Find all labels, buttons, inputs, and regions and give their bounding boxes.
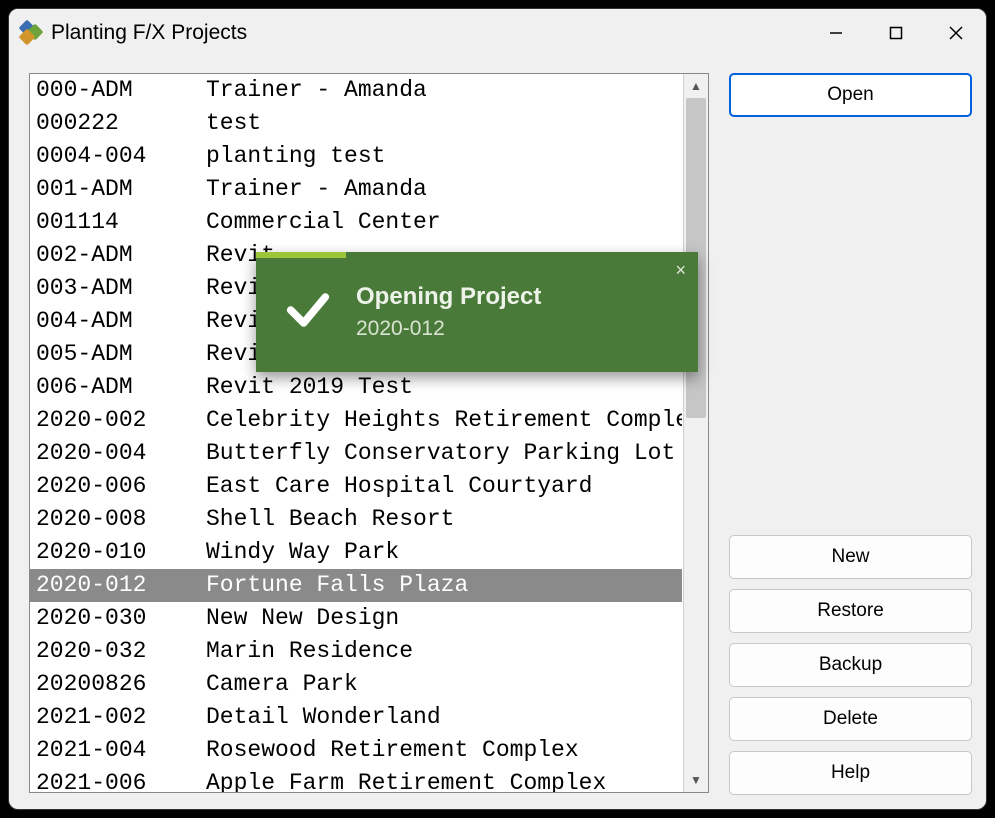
project-name: Butterfly Conservatory Parking Lot: [206, 437, 682, 470]
project-name: Windy Way Park: [206, 536, 682, 569]
project-row[interactable]: 2021-002Detail Wonderland: [30, 701, 682, 734]
project-row[interactable]: 2020-032Marin Residence: [30, 635, 682, 668]
project-name: Fortune Falls Plaza: [206, 569, 682, 602]
open-button[interactable]: Open: [729, 73, 972, 117]
maximize-button[interactable]: [866, 9, 926, 57]
app-icon: [19, 22, 41, 44]
project-row[interactable]: 2020-002Celebrity Heights Retirement Com…: [30, 404, 682, 437]
project-name: Commercial Center: [206, 206, 682, 239]
project-row[interactable]: 001114Commercial Center: [30, 206, 682, 239]
project-name: planting test: [206, 140, 682, 173]
project-number: 000222: [36, 107, 206, 140]
backup-button[interactable]: Backup: [729, 643, 972, 687]
toast-close-button[interactable]: ×: [675, 260, 686, 281]
project-row[interactable]: 000222test: [30, 107, 682, 140]
project-row[interactable]: 2020-012Fortune Falls Plaza: [30, 569, 682, 602]
project-row[interactable]: 2021-006Apple Farm Retirement Complex: [30, 767, 682, 793]
project-row[interactable]: 006-ADMRevit 2019 Test: [30, 371, 682, 404]
new-button[interactable]: New: [729, 535, 972, 579]
project-number: 005-ADM: [36, 338, 206, 371]
check-icon: [282, 284, 334, 341]
project-name: Rosewood Retirement Complex: [206, 734, 682, 767]
minimize-icon: [829, 26, 843, 40]
project-number: 001114: [36, 206, 206, 239]
project-number: 2020-010: [36, 536, 206, 569]
project-row[interactable]: 20200826Camera Park: [30, 668, 682, 701]
project-name: Camera Park: [206, 668, 682, 701]
opening-project-toast: Opening Project 2020-012 ×: [256, 252, 698, 372]
close-button[interactable]: [926, 9, 986, 57]
project-name: Marin Residence: [206, 635, 682, 668]
scrollbar-track[interactable]: [684, 98, 708, 768]
project-number: 003-ADM: [36, 272, 206, 305]
project-name: test: [206, 107, 682, 140]
app-window: Planting F/X Projects 000-ADMTrainer - A…: [8, 8, 987, 810]
project-number: 2020-032: [36, 635, 206, 668]
project-name: Trainer - Amanda: [206, 74, 682, 107]
project-number: 001-ADM: [36, 173, 206, 206]
toast-title: Opening Project: [356, 283, 541, 311]
project-number: 2020-030: [36, 602, 206, 635]
minimize-button[interactable]: [806, 9, 866, 57]
side-panel: Open New Restore Backup Delete Help: [729, 73, 972, 795]
project-row[interactable]: 2020-004Butterfly Conservatory Parking L…: [30, 437, 682, 470]
client-area: 000-ADMTrainer - Amanda000222test0004-00…: [9, 57, 986, 809]
help-button[interactable]: Help: [729, 751, 972, 795]
close-icon: [948, 25, 964, 41]
project-row[interactable]: 2021-004Rosewood Retirement Complex: [30, 734, 682, 767]
scroll-down-arrow-icon[interactable]: ▼: [684, 768, 708, 792]
project-name: Revit 2019 Test: [206, 371, 682, 404]
project-number: 2020-004: [36, 437, 206, 470]
project-row[interactable]: 2020-006East Care Hospital Courtyard: [30, 470, 682, 503]
project-row[interactable]: 000-ADMTrainer - Amanda: [30, 74, 682, 107]
project-number: 2021-006: [36, 767, 206, 793]
project-number: 004-ADM: [36, 305, 206, 338]
project-number: 2020-008: [36, 503, 206, 536]
maximize-icon: [889, 26, 903, 40]
project-number: 2020-006: [36, 470, 206, 503]
window-controls: [806, 9, 986, 57]
project-name: Celebrity Heights Retirement Complex: [206, 404, 682, 437]
project-number: 2020-002: [36, 404, 206, 437]
delete-button[interactable]: Delete: [729, 697, 972, 741]
project-list[interactable]: 000-ADMTrainer - Amanda000222test0004-00…: [30, 74, 682, 793]
window-title: Planting F/X Projects: [51, 21, 247, 45]
project-name: Detail Wonderland: [206, 701, 682, 734]
project-row[interactable]: 2020-010Windy Way Park: [30, 536, 682, 569]
project-list-container: 000-ADMTrainer - Amanda000222test0004-00…: [29, 73, 709, 793]
titlebar: Planting F/X Projects: [9, 9, 986, 57]
project-name: New New Design: [206, 602, 682, 635]
project-name: Trainer - Amanda: [206, 173, 682, 206]
scroll-up-arrow-icon[interactable]: ▲: [684, 74, 708, 98]
project-number: 000-ADM: [36, 74, 206, 107]
toast-subtitle: 2020-012: [356, 317, 541, 341]
project-name: Apple Farm Retirement Complex: [206, 767, 682, 793]
toast-progress-bar: [256, 252, 346, 258]
project-name: Shell Beach Resort: [206, 503, 682, 536]
scrollbar[interactable]: ▲ ▼: [683, 74, 708, 792]
project-row[interactable]: 0004-004planting test: [30, 140, 682, 173]
project-number: 002-ADM: [36, 239, 206, 272]
project-number: 20200826: [36, 668, 206, 701]
project-row[interactable]: 2020-030New New Design: [30, 602, 682, 635]
project-number: 2021-002: [36, 701, 206, 734]
project-number: 2020-012: [36, 569, 206, 602]
restore-button[interactable]: Restore: [729, 589, 972, 633]
project-number: 0004-004: [36, 140, 206, 173]
project-number: 2021-004: [36, 734, 206, 767]
project-name: East Care Hospital Courtyard: [206, 470, 682, 503]
project-row[interactable]: 001-ADMTrainer - Amanda: [30, 173, 682, 206]
project-number: 006-ADM: [36, 371, 206, 404]
project-row[interactable]: 2020-008Shell Beach Resort: [30, 503, 682, 536]
